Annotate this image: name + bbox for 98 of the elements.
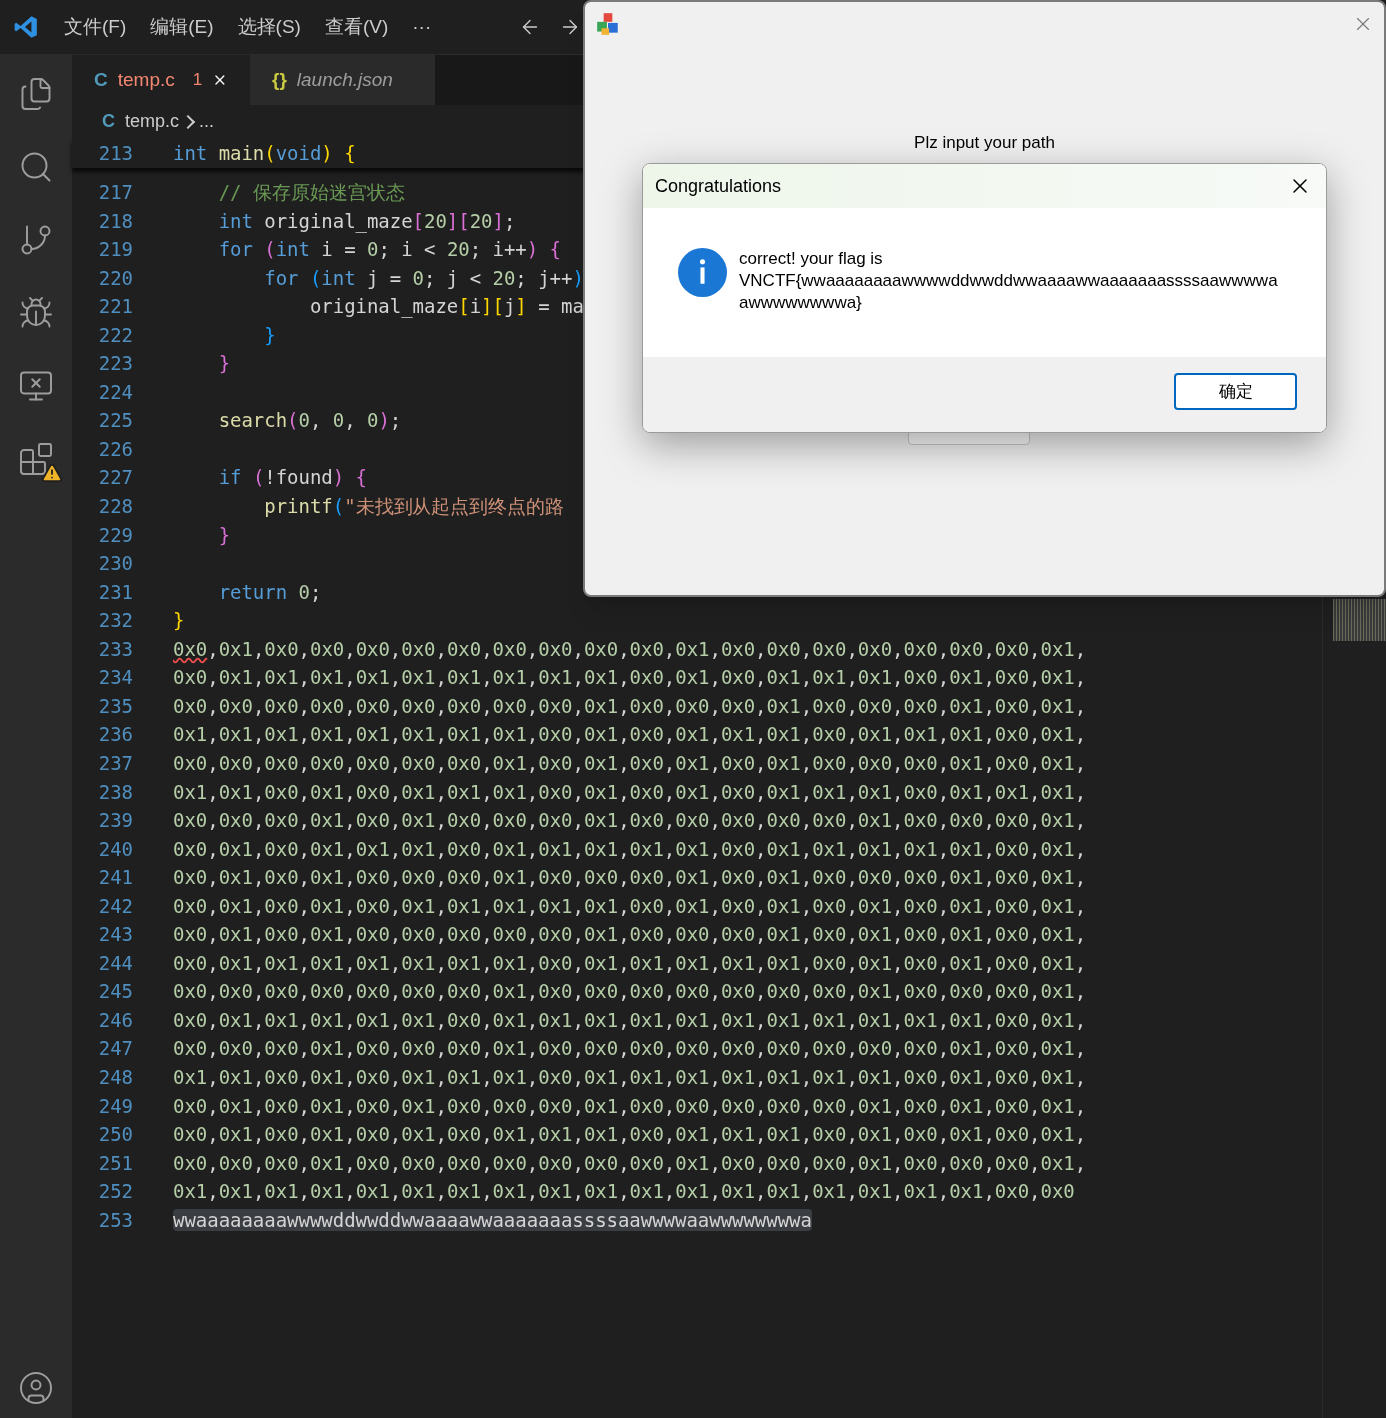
code-line: 0x0,0x0,0x0,0x1,0x0,0x0,0x0,0x1,0x0,0x0,0x0,0x0,0x0,0x0,0x0,0x0,0x0,0x1,0x0,0x1,: [173, 1036, 1087, 1062]
code-line: printf("未找到从起点到终点的路: [263, 494, 565, 520]
code-line: }: [217, 522, 231, 548]
line-number: 231: [97, 579, 133, 605]
code-line: int original_maze[20][20];: [217, 208, 516, 235]
code-line: 0x0,0x1,0x1,0x1,0x1,0x1,0x0,0x1,0x1,0x1,0x1,0x1,0x1,0x1,0x1,0x1,0x1,0x1,0x0,0x1,: [173, 1007, 1087, 1033]
code-line: 0x0,0x1,0x0,0x1,0x0,0x0,0x0,0x0,0x0,0x1,0x0,0x0,0x0,0x1,0x0,0x1,0x0,0x1,0x0,0x1,: [173, 922, 1087, 948]
line-number: 253: [97, 1207, 133, 1233]
line-number: 243: [97, 922, 133, 948]
code-line: 0x0,0x1,0x0,0x1,0x0,0x0,0x0,0x1,0x0,0x0,0x0,0x1,0x0,0x1,0x0,0x0,0x0,0x1,0x0,0x1,: [173, 865, 1087, 891]
code-line: 0x1,0x1,0x1,0x1,0x1,0x1,0x1,0x1,0x1,0x1,0x1,0x1,0x1,0x1,0x1,0x1,0x1,0x1,0x0,0x0: [173, 1179, 1075, 1205]
line-number: 247: [97, 1036, 133, 1062]
code-line: 0x0,0x0,0x0,0x1,0x0,0x0,0x0,0x0,0x0,0x0,0x0,0x1,0x0,0x0,0x0,0x1,0x0,0x0,0x0,0x1,: [173, 1150, 1087, 1176]
line-number: 217: [97, 180, 133, 205]
line-number: 220: [97, 265, 133, 291]
ok-button[interactable]: 确定: [1174, 373, 1297, 410]
message-text: correct! your flag is VNCTF{wwaaaaaaaawwwwddwwddwwaaaawwaaaaaaassssaawwwwa awwwwwwwwa}: [739, 248, 1278, 314]
account-icon[interactable]: [18, 1370, 54, 1406]
menu-item[interactable]: 编辑(E): [150, 12, 214, 42]
code-line: return 0;: [217, 579, 322, 605]
line-number: 242: [97, 893, 133, 919]
line-number: 233: [97, 636, 133, 662]
line-number: 251: [97, 1150, 133, 1176]
line-number: 239: [97, 808, 133, 834]
line-number: 218: [97, 208, 133, 234]
line-number: 228: [97, 494, 133, 520]
warning-icon: [41, 462, 63, 484]
tab-label: temp.c: [117, 67, 175, 92]
line-number: 252: [97, 1179, 133, 1205]
code-line: int main(void) {: [173, 140, 356, 166]
code-line: 0x1,0x1,0x1,0x1,0x1,0x1,0x1,0x1,0x0,0x1,0x0,0x1,0x1,0x1,0x0,0x1,0x1,0x1,0x0,0x1,: [173, 722, 1087, 748]
code-line: 0x0,0x1,0x1,0x1,0x1,0x1,0x1,0x1,0x0,0x1,0x1,0x1,0x1,0x1,0x0,0x1,0x0,0x1,0x0,0x1,: [173, 950, 1087, 976]
line-number: 235: [97, 693, 133, 719]
line-number: 241: [97, 865, 133, 891]
scroll-thumb[interactable]: [1333, 599, 1386, 641]
menu-item[interactable]: 选择(S): [237, 12, 301, 42]
code-line: }: [217, 351, 231, 377]
code-line: // 保存原始迷宫状态: [217, 180, 405, 205]
file-type-icon: C: [94, 65, 108, 95]
logo-icon: [13, 14, 39, 40]
line-number: 227: [97, 465, 133, 491]
line-number: 249: [97, 1093, 133, 1119]
menu-item[interactable]: 查看(V): [324, 12, 389, 42]
code-line: for (int i = 0; i < 20; i++) {: [217, 237, 561, 263]
line-number: 236: [97, 722, 133, 748]
code-line: 0x0,0x1,0x0,0x1,0x0,0x1,0x1,0x1,0x1,0x1,0x0,0x1,0x0,0x1,0x0,0x1,0x0,0x1,0x0,0x1,: [173, 893, 1087, 919]
line-number: 225: [97, 408, 133, 434]
line-number: 226: [97, 436, 133, 462]
code-line: }: [263, 322, 276, 348]
path-label: Plz input your path: [914, 132, 1055, 154]
line-number: 246: [97, 1007, 133, 1033]
code-line: 0x0,0x0,0x0,0x0,0x0,0x0,0x0,0x1,0x0,0x1,0x0,0x1,0x0,0x1,0x0,0x0,0x0,0x1,0x0,0x1,: [173, 750, 1087, 776]
code-line: 0x0,0x1,0x0,0x0,0x0,0x0,0x0,0x0,0x0,0x0,0x0,0x1,0x0,0x0,0x0,0x0,0x0,0x0,0x0,0x1,: [173, 636, 1087, 662]
line-number: 237: [97, 750, 133, 776]
line-number: 245: [97, 979, 133, 1005]
breadcrumb-item[interactable]: ...: [199, 108, 215, 135]
file-type-icon: {}: [272, 65, 287, 95]
line-number: 229: [97, 522, 133, 548]
line-number: 222: [97, 322, 133, 348]
line-number: 250: [97, 1122, 133, 1148]
line-number: 240: [97, 836, 133, 862]
file-type-icon: C: [102, 108, 115, 135]
menu-item[interactable]: 文件(F): [64, 12, 127, 42]
dialog-title: Congratulations: [655, 174, 782, 198]
code-line: 0x0,0x0,0x0,0x0,0x0,0x0,0x0,0x1,0x0,0x0,0x0,0x0,0x0,0x0,0x0,0x1,0x0,0x0,0x0,0x1,: [173, 979, 1087, 1005]
line-number: 221: [97, 294, 133, 320]
line-number: 248: [97, 1064, 133, 1090]
code-line: 0x0,0x1,0x0,0x1,0x1,0x1,0x0,0x1,0x1,0x1,0x1,0x1,0x0,0x1,0x1,0x1,0x1,0x1,0x0,0x1,: [173, 836, 1087, 862]
line-number: 213: [97, 140, 133, 166]
code-line: 0x1,0x1,0x0,0x1,0x0,0x1,0x1,0x1,0x0,0x1,0x0,0x1,0x0,0x1,0x1,0x1,0x0,0x1,0x1,0x1,: [173, 779, 1087, 805]
line-number: 230: [97, 551, 133, 577]
code-line: 0x0,0x1,0x0,0x1,0x0,0x1,0x0,0x0,0x0,0x1,0x0,0x0,0x0,0x0,0x0,0x1,0x0,0x1,0x0,0x1,: [173, 1093, 1087, 1119]
line-number: 234: [97, 665, 133, 691]
editor-tab[interactable]: C temp.c 1: [72, 55, 250, 105]
tab-label: launch.json: [296, 67, 393, 92]
line-number: 224: [97, 379, 133, 405]
line-number: 232: [97, 608, 133, 634]
blocks-icon: [18, 441, 54, 477]
code-line: }: [173, 608, 185, 634]
breadcrumb-item[interactable]: temp.c: [125, 108, 180, 135]
info-icon: [678, 248, 727, 297]
code-line: original_maze[i][j] = ma: [308, 294, 584, 320]
line-number: 223: [97, 351, 133, 377]
code-line: search(0, 0, 0);: [217, 408, 402, 434]
code-line: 0x0,0x0,0x0,0x1,0x0,0x1,0x0,0x0,0x0,0x1,0x0,0x0,0x0,0x0,0x0,0x1,0x0,0x0,0x0,0x1,: [173, 808, 1087, 834]
line-number: 219: [97, 237, 133, 263]
line-number: 238: [97, 779, 133, 805]
code-line: 0x1,0x1,0x0,0x1,0x0,0x1,0x1,0x1,0x0,0x1,0x1,0x1,0x1,0x1,0x1,0x1,0x0,0x1,0x0,0x1,: [173, 1064, 1087, 1090]
code-line: for (int j = 0; j < 20; j++): [263, 265, 584, 291]
problem-count: 1: [192, 69, 203, 92]
code-line: 0x0,0x1,0x0,0x1,0x0,0x1,0x0,0x1,0x1,0x1,0x0,0x1,0x1,0x1,0x0,0x1,0x0,0x1,0x0,0x1,: [173, 1122, 1087, 1148]
code-line: 0x0,0x1,0x1,0x1,0x1,0x1,0x1,0x1,0x1,0x1,0x0,0x1,0x0,0x1,0x1,0x1,0x0,0x1,0x0,0x1,: [173, 665, 1087, 691]
line-number: 244: [97, 950, 133, 976]
app-icon: [595, 11, 621, 37]
editor-tab[interactable]: {} launch.json: [250, 55, 435, 105]
code-line: if (!found) {: [217, 465, 367, 491]
menu-item[interactable]: ···: [412, 12, 432, 42]
code-line: 0x0,0x0,0x0,0x0,0x0,0x0,0x0,0x0,0x0,0x1,0x0,0x0,0x0,0x1,0x0,0x0,0x0,0x1,0x0,0x1,: [173, 693, 1087, 719]
